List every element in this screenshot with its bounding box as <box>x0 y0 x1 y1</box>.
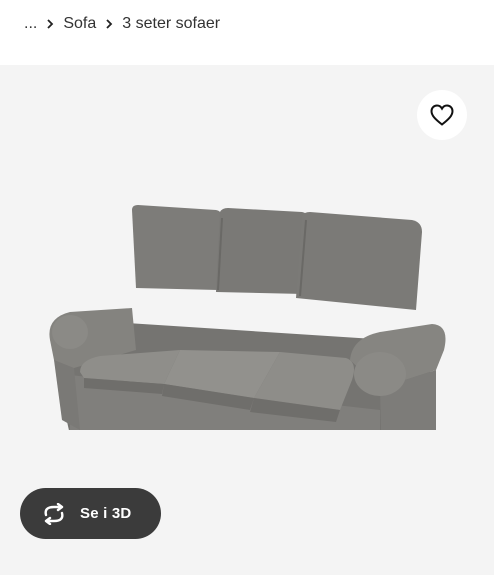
view-in-3d-button[interactable]: Se i 3D <box>20 488 161 539</box>
chevron-right-icon <box>37 19 63 29</box>
breadcrumb-item-sofa[interactable]: Sofa <box>63 15 96 33</box>
heart-outline-icon <box>430 104 454 126</box>
rotate-arrows-icon <box>44 502 64 525</box>
sofa-image <box>49 205 446 430</box>
breadcrumb-item-3-seter-sofaer[interactable]: 3 seter sofaer <box>122 15 220 33</box>
breadcrumb-ellipsis[interactable]: ... <box>24 15 37 33</box>
breadcrumb: ... Sofa 3 seter sofaer <box>24 12 220 36</box>
product-image[interactable]: Se i 3D <box>0 65 494 575</box>
view-in-3d-label: Se i 3D <box>80 505 132 522</box>
chevron-right-icon <box>96 19 122 29</box>
favorite-button[interactable] <box>417 90 467 140</box>
